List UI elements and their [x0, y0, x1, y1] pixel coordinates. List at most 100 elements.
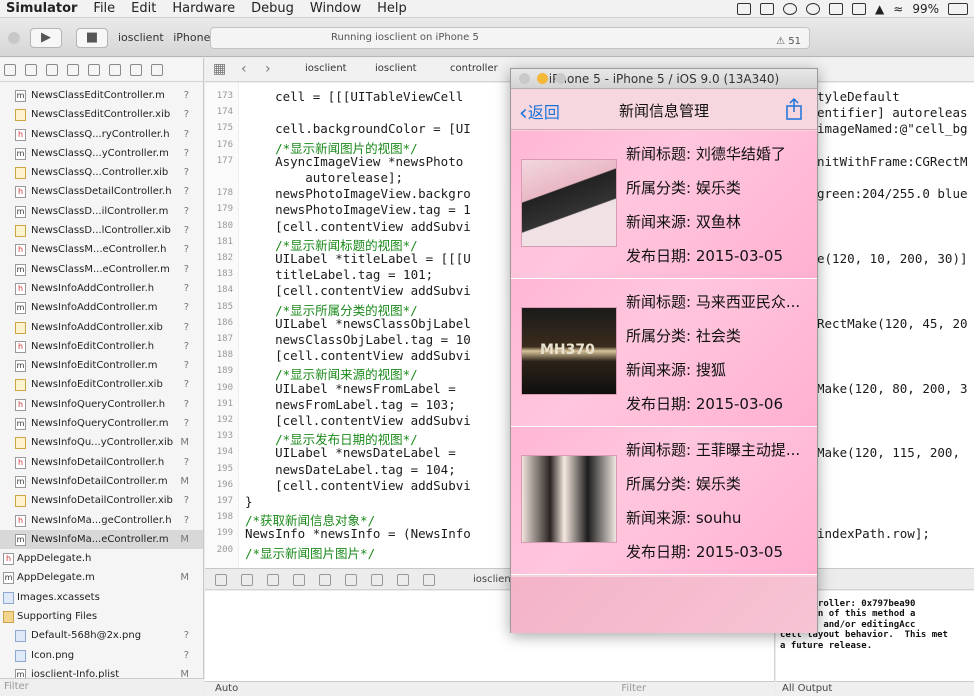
chat-icon[interactable]: [783, 3, 798, 15]
volume-icon[interactable]: ▲: [875, 2, 884, 16]
news-category: 所属分类: 社会类: [626, 327, 741, 345]
file-icon: h: [15, 514, 26, 527]
warning-count[interactable]: ⚠ 51: [776, 32, 801, 52]
search-tab-icon[interactable]: [46, 63, 58, 76]
report-tab-icon[interactable]: [151, 63, 163, 76]
file-status: M: [180, 533, 189, 545]
file-item[interactable]: h NewsInfoQueryController.h?: [0, 395, 203, 414]
stop-button[interactable]: ■: [76, 28, 108, 48]
file-item[interactable]: m NewsClassEditController.m?: [0, 86, 203, 105]
menu-help[interactable]: Help: [369, 0, 415, 18]
sim-zoom-button[interactable]: [555, 73, 566, 84]
code-line: newsPhotoImageView.tag = 1: [245, 202, 471, 218]
filter-field[interactable]: Filter: [621, 683, 646, 694]
file-item[interactable]: h NewsInfoDetailController.h?: [0, 453, 203, 472]
pause-icon[interactable]: [267, 574, 279, 586]
crumb-project[interactable]: iosclient: [305, 63, 347, 74]
view-debug-icon[interactable]: [371, 574, 383, 586]
file-item[interactable]: m NewsInfoEditController.m?: [0, 356, 203, 375]
folder-tab-icon[interactable]: [4, 63, 16, 76]
file-item[interactable]: m NewsClassM...eController.m?: [0, 260, 203, 279]
location-icon[interactable]: [423, 574, 435, 586]
file-item[interactable]: m NewsClassD...ilController.m?: [0, 202, 203, 221]
file-item[interactable]: h NewsInfoAddController.h?: [0, 279, 203, 298]
menu-window[interactable]: Window: [302, 0, 369, 18]
step-in-icon[interactable]: [319, 574, 331, 586]
step-out-icon[interactable]: [345, 574, 357, 586]
menu-debug[interactable]: Debug: [243, 0, 302, 18]
sim-close-button[interactable]: [519, 73, 530, 84]
issue-tab-icon[interactable]: [67, 63, 79, 76]
related-items-icon[interactable]: ▦: [213, 61, 226, 77]
menu-file[interactable]: File: [85, 0, 123, 18]
file-item[interactable]: Images.xcassets: [0, 588, 203, 607]
file-item[interactable]: NewsInfoQu...yController.xib M: [0, 433, 203, 452]
sim-minimize-button[interactable]: [537, 73, 548, 84]
file-item[interactable]: h AppDelegate.h: [0, 549, 203, 568]
file-item[interactable]: m AppDelegate.m M: [0, 568, 203, 587]
breakpoint-toggle-icon[interactable]: [241, 574, 253, 586]
wifi-icon[interactable]: ≈: [893, 2, 903, 16]
file-item[interactable]: h NewsClassQ...ryController.h?: [0, 125, 203, 144]
file-item[interactable]: Supporting Files: [0, 607, 203, 626]
file-item[interactable]: m NewsInfoQueryController.m?: [0, 414, 203, 433]
auto-selector[interactable]: Auto: [215, 683, 238, 694]
navigator-filter[interactable]: Filter: [0, 678, 204, 696]
scheme-target: iosclient: [118, 31, 164, 44]
file-item[interactable]: NewsClassD...lController.xib?: [0, 221, 203, 240]
crumb-folder[interactable]: controller: [450, 63, 498, 74]
symbol-tab-icon[interactable]: [25, 63, 37, 76]
file-item[interactable]: m NewsClassQ...yController.m?: [0, 144, 203, 163]
display-icon[interactable]: [760, 3, 775, 15]
file-item[interactable]: NewsInfoDetailController.xib?: [0, 491, 203, 510]
breakpoint-tab-icon[interactable]: [130, 63, 142, 76]
test-tab-icon[interactable]: [88, 63, 100, 76]
line-number: 191: [216, 398, 233, 409]
file-item[interactable]: NewsInfoEditController.xib?: [0, 375, 203, 394]
file-status: ?: [183, 360, 189, 372]
project-navigator: m NewsClassEditController.m? NewsClassEdit…: [0, 58, 204, 696]
file-item[interactable]: m NewsInfoDetailController.m M: [0, 472, 203, 491]
debug-crumb[interactable]: iosclient: [473, 574, 515, 585]
file-name: Images.xcassets: [17, 591, 100, 603]
file-name: NewsInfoDetailController.h: [31, 456, 165, 468]
step-over-icon[interactable]: [293, 574, 305, 586]
file-item[interactable]: NewsClassEditController.xib?: [0, 105, 203, 124]
news-cell[interactable]: 新闻标题: 刘德华结婚了 所属分类: 娱乐类 新闻来源: 双鱼林 发布日期: 2015…: [511, 131, 817, 279]
code-line-tail: Make(120, 80, 200, 3: [817, 380, 968, 396]
file-item[interactable]: h NewsClassM...eController.h?: [0, 240, 203, 259]
debug-tab-icon[interactable]: [109, 63, 121, 76]
keyboard-icon[interactable]: [829, 3, 844, 15]
file-item[interactable]: Default-568h@2x.png?: [0, 626, 203, 645]
file-item[interactable]: h NewsInfoMa...geController.h?: [0, 511, 203, 530]
file-item[interactable]: NewsInfoAddController.xib?: [0, 318, 203, 337]
file-name: NewsClassQ...ryController.h: [31, 128, 170, 140]
battery-icon[interactable]: [948, 3, 968, 15]
console-scope[interactable]: All Output: [776, 681, 974, 696]
variables-scope[interactable]: Auto Filter: [205, 681, 775, 696]
status-app-icon[interactable]: [737, 3, 752, 15]
menu-app-name[interactable]: Simulator: [0, 0, 85, 18]
menu-edit[interactable]: Edit: [123, 0, 164, 18]
file-item[interactable]: h NewsInfoEditController.h?: [0, 337, 203, 356]
all-output-selector[interactable]: All Output: [782, 683, 832, 694]
back-arrow-icon[interactable]: ‹: [241, 61, 247, 77]
hide-debug-icon[interactable]: [215, 574, 227, 586]
forward-arrow-icon[interactable]: ›: [265, 61, 271, 77]
file-item[interactable]: NewsClassQ...Controller.xib?: [0, 163, 203, 182]
screen-icon[interactable]: [852, 3, 867, 15]
soccer-icon[interactable]: [806, 3, 821, 15]
file-name: NewsInfoDetailController.xib: [31, 495, 173, 507]
news-cell[interactable]: 新闻标题: 王菲曝主动提... 所属分类: 娱乐类 新闻来源: souhu 发布日期:…: [511, 427, 817, 575]
crumb-group[interactable]: iosclient: [375, 63, 417, 74]
file-item[interactable]: m NewsInfoAddController.m?: [0, 298, 203, 317]
file-item[interactable]: h NewsClassDetailController.h?: [0, 182, 203, 201]
run-button[interactable]: ▶: [30, 28, 62, 48]
file-item[interactable]: m NewsInfoMa...eController.m M: [0, 529, 203, 550]
memory-icon[interactable]: [397, 574, 409, 586]
window-close-button[interactable]: [8, 32, 20, 44]
menu-hardware[interactable]: Hardware: [164, 0, 243, 18]
share-icon[interactable]: [785, 97, 803, 121]
news-cell[interactable]: MH370 新闻标题: 马来西亚民众... 所属分类: 社会类 新闻来源: 搜狐 发布日…: [511, 279, 817, 427]
file-item[interactable]: Icon.png?: [0, 646, 203, 665]
